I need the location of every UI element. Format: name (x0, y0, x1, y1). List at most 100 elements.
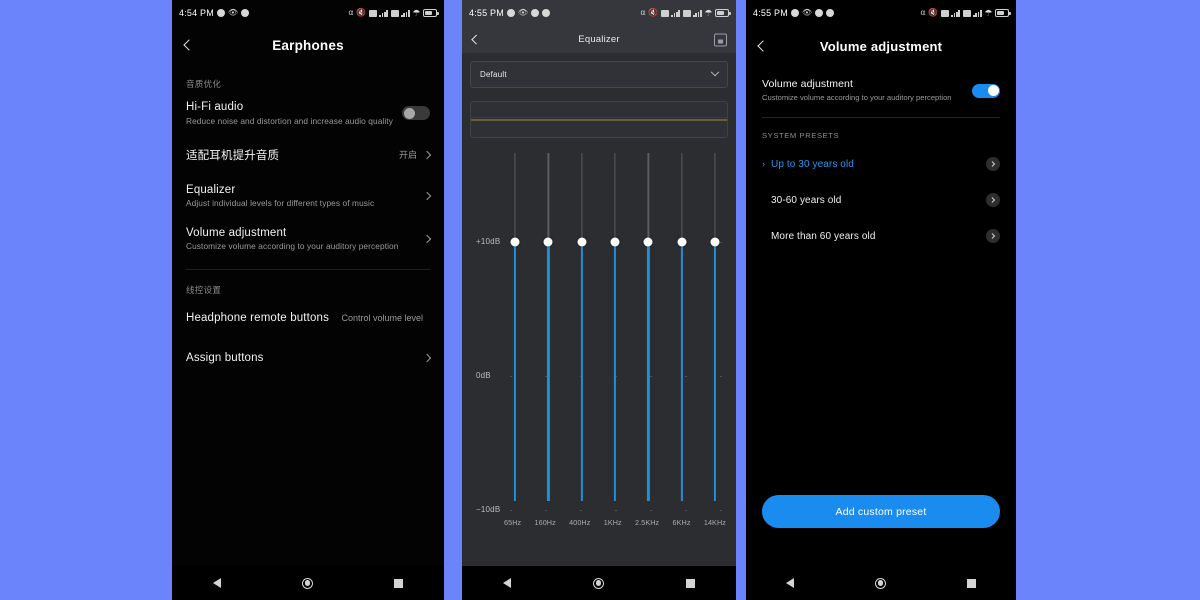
preset-item-more-than-60[interactable]: More than 60 years old (762, 218, 1000, 254)
recents-nav-icon[interactable] (686, 578, 695, 588)
row-texts: Volume adjustment Customize volume accor… (762, 78, 972, 103)
signal1-icon (671, 9, 681, 17)
status-time: 4:55 PM (469, 8, 504, 18)
message-dot-icon (506, 9, 515, 17)
frequency-label: 400Hz (569, 518, 591, 527)
signal1-icon (951, 9, 961, 17)
slider-knob[interactable] (710, 237, 720, 247)
add-custom-preset-label: Add custom preset (835, 505, 927, 518)
row-texts: Equalizer Adjust individual levels for d… (186, 184, 424, 209)
preset-dropdown-value: Default (480, 70, 507, 79)
row-title: Volume adjustment (762, 78, 854, 90)
preset-item-30-60[interactable]: 30-60 years old (762, 182, 1000, 218)
row-texts: Volume adjustment Customize volume accor… (186, 227, 424, 252)
recents-nav-icon[interactable] (394, 578, 404, 588)
axis-label-minus10db: −10dB (476, 505, 501, 514)
chevron-right-circle-icon[interactable] (986, 193, 1000, 208)
sim1-icon (940, 9, 949, 17)
equalizer-slider-2.5khz[interactable] (641, 153, 655, 501)
slider-knob[interactable] (543, 237, 553, 247)
chevron-right-circle-icon[interactable] (986, 157, 1000, 172)
location-dot-icon (531, 9, 540, 17)
hifi-audio-toggle[interactable] (402, 106, 430, 121)
back-nav-icon[interactable] (212, 578, 221, 588)
slider-knob[interactable] (510, 237, 520, 247)
preset-dropdown[interactable]: Default (470, 61, 728, 88)
row-title: Assign buttons (186, 351, 264, 364)
battery-icon (995, 9, 1011, 17)
slider-knob[interactable] (610, 237, 620, 247)
frequency-label: 160Hz (534, 518, 556, 527)
row-assign-buttons[interactable]: Assign buttons (186, 338, 432, 378)
back-button[interactable] (462, 26, 490, 53)
equalizer-slider-1khz[interactable] (608, 153, 622, 501)
headphone-icon: ⍺ (348, 8, 354, 17)
status-time: 4:54 PM (179, 8, 214, 18)
slider-knob[interactable] (643, 237, 653, 247)
slider-knob[interactable] (677, 237, 687, 247)
toggle-knob (987, 85, 999, 97)
message-dot-icon (790, 9, 799, 17)
slider-fill (647, 242, 650, 501)
home-nav-icon[interactable] (301, 577, 313, 589)
location-dot-icon (241, 9, 250, 17)
preset-item-up-to-30[interactable]: › Up to 30 years old (762, 146, 1000, 182)
sim2-icon (390, 9, 399, 17)
row-texts: Hi-Fi audio Reduce noise and distortion … (186, 101, 402, 126)
toggle-knob (403, 107, 415, 119)
home-nav-icon[interactable] (593, 577, 604, 589)
row-headphone-remote-buttons[interactable]: Headphone remote buttons Control volume … (186, 298, 430, 338)
equalizer-slider-400hz[interactable] (575, 153, 589, 501)
row-volume-adjustment-toggle[interactable]: Volume adjustment Customize volume accor… (762, 66, 1000, 117)
add-custom-preset-button[interactable]: Add custom preset (762, 495, 1000, 528)
back-icon (757, 40, 769, 52)
home-nav-icon[interactable] (874, 577, 886, 589)
row-equalizer[interactable]: Equalizer Adjust individual levels for d… (186, 175, 432, 218)
equalizer-slider-6khz[interactable] (675, 153, 689, 501)
frequency-labels: 65Hz 160Hz 400Hz 1KHz 2.5KHz 6KHz 14KHz (504, 518, 726, 527)
back-button[interactable] (746, 26, 780, 66)
sim1-icon (368, 9, 377, 17)
page-title: Volume adjustment (819, 38, 943, 54)
frequency-label: 1KHz (603, 518, 622, 527)
section-label-audio-quality: 音质优化 (186, 79, 222, 89)
slider-fill (713, 242, 717, 501)
save-icon[interactable] (714, 33, 727, 46)
eye-icon: 👁 (801, 8, 813, 17)
equalizer-sliders (508, 153, 722, 501)
add-preset-wrap: Add custom preset (762, 495, 1000, 528)
back-icon (183, 39, 195, 51)
chevron-right-circle-icon[interactable] (986, 229, 1000, 244)
row-subtitle: Adjust individual levels for different t… (186, 198, 375, 209)
equalizer-slider-65hz[interactable] (508, 153, 522, 501)
app-header: Equalizer (462, 26, 736, 53)
row-volume-adjustment[interactable]: Volume adjustment Customize volume accor… (186, 218, 432, 261)
recents-nav-icon[interactable] (966, 578, 976, 588)
status-bar-left: 4:55 PM 👁 (753, 8, 835, 18)
frequency-label: 6KHz (672, 518, 691, 527)
row-title: Hi-Fi audio (186, 101, 244, 113)
signal2-icon (693, 9, 702, 17)
page-title: Earphones (272, 37, 344, 53)
app-header: Earphones (172, 26, 444, 64)
phone-screen-equalizer: 4:55 PM 👁 ⍺ 🔇 ☂ Equalizer Default +10dB … (462, 0, 736, 600)
back-button[interactable] (172, 26, 206, 64)
chevron-down-icon (710, 67, 720, 76)
volume-adjustment-toggle[interactable] (972, 83, 1000, 98)
eye-icon: 👁 (227, 8, 239, 17)
row-texts: 适配耳机提升音质 (186, 147, 399, 163)
row-value: 开启 (398, 150, 417, 161)
back-nav-icon[interactable] (503, 578, 511, 588)
signal2-icon (973, 9, 982, 17)
row-hifi-audio[interactable]: Hi-Fi audio Reduce noise and distortion … (186, 92, 430, 135)
status-bar-right: ⍺ 🔇 ☂ (920, 8, 1011, 19)
signal1-icon (379, 9, 389, 17)
back-nav-icon[interactable] (786, 578, 795, 588)
equalizer-slider-160hz[interactable] (541, 153, 555, 501)
equalizer-slider-14khz[interactable] (708, 153, 722, 501)
slider-knob[interactable] (577, 237, 587, 247)
eye-icon: 👁 (517, 8, 529, 17)
location-dot-icon (815, 9, 824, 17)
row-adaptive-headphone-quality[interactable]: 适配耳机提升音质 开启 (186, 135, 432, 175)
gridline-minus10db (510, 509, 722, 512)
